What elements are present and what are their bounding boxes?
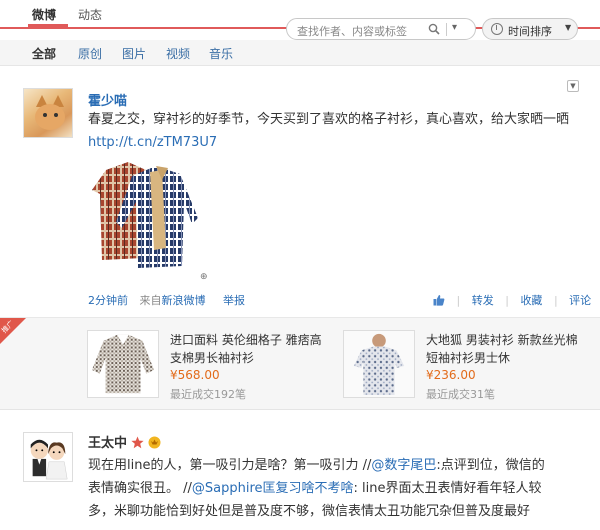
avatar[interactable] bbox=[23, 88, 73, 138]
filter-music[interactable]: 音乐 bbox=[209, 45, 233, 62]
post-meta: 2分钟前 来自新浪微博 举报 bbox=[88, 292, 245, 308]
post-author-row: 王太中 bbox=[88, 432, 161, 451]
clock-icon bbox=[491, 23, 503, 35]
post-text: 多，米聊功能恰到好处但是普及度不够，微信表情太丑功能冗杂但普及度最好 bbox=[88, 504, 531, 519]
filter-original[interactable]: 原创 bbox=[78, 45, 102, 62]
filter-videos[interactable]: 视频 bbox=[166, 45, 190, 62]
post-author[interactable]: 霍少喵 bbox=[88, 90, 127, 109]
zoom-icon[interactable]: ⊕ bbox=[200, 272, 208, 282]
post-text-line: 表情确实很丑。 //@Sapphire匡复习啥不考啥: line界面太丑表情好看… bbox=[88, 477, 542, 500]
post-actions: | 转发 | 收藏 | 评论 bbox=[433, 292, 591, 308]
search-icon[interactable] bbox=[428, 23, 440, 35]
sort-dropdown[interactable]: 时间排序 ▼ bbox=[482, 18, 578, 40]
sort-label: 时间排序 bbox=[508, 25, 552, 38]
post-text: 春夏之交，穿衬衫的好季节，今天买到了喜欢的格子衬衫，真心喜欢，给大家晒一晒 bbox=[88, 112, 570, 127]
tab-weibo[interactable]: 微博 bbox=[32, 6, 56, 23]
mention-link[interactable]: @Sapphire匡复习啥不考啥 bbox=[192, 481, 354, 496]
search-placeholder: 查找作者、内容或标签 bbox=[297, 25, 407, 38]
filter-images[interactable]: 图片 bbox=[122, 45, 146, 62]
post-text-line: 现在用line的人，第一吸引力是啥？第一吸引力 //@数字尾巴:点评到位，微信的 bbox=[88, 454, 545, 477]
comment-button[interactable]: 评论 bbox=[569, 294, 591, 307]
forward-button[interactable]: 转发 bbox=[472, 294, 494, 307]
caret-down-icon: ▼ bbox=[565, 23, 572, 32]
chevron-down-icon[interactable]: ▾ bbox=[452, 22, 457, 33]
post-author[interactable]: 王太中 bbox=[88, 436, 127, 451]
post-menu-chevron-icon[interactable]: ▼ bbox=[567, 80, 579, 92]
post-source[interactable]: 新浪微博 bbox=[162, 294, 206, 307]
promoted-badge-label: 推广 bbox=[0, 319, 16, 335]
feed-post: 王太中 现在用line的人，第一吸引力是啥？第一吸引力 //@数字尾巴:点评到位… bbox=[0, 410, 600, 530]
post-image[interactable] bbox=[88, 158, 208, 273]
tab-activity[interactable]: 动态 bbox=[78, 6, 102, 23]
search-divider bbox=[446, 23, 447, 36]
filter-bar: 全部 原创 图片 视频 音乐 bbox=[0, 40, 600, 66]
mention-link[interactable]: @数字尾巴 bbox=[371, 458, 436, 473]
avatar[interactable] bbox=[23, 432, 73, 482]
product-sales: 最近成交192笔 bbox=[170, 388, 246, 401]
post-text: 表情确实很丑。 // bbox=[88, 481, 192, 496]
like-icon[interactable] bbox=[433, 294, 445, 306]
post-text: : line界面太丑表情好看年轻人较 bbox=[353, 481, 542, 496]
product-image[interactable] bbox=[87, 330, 159, 398]
star-badge-icon bbox=[131, 436, 144, 449]
feed-post: 霍少喵 ▼ 春夏之交，穿衬衫的好季节，今天买到了喜欢的格子衬衫，真心喜欢，给大家… bbox=[0, 66, 600, 318]
top-tab-bar: 微博 动态 查找作者、内容或标签 ▾ 时间排序 ▼ bbox=[0, 0, 600, 40]
crown-vip-icon bbox=[148, 436, 161, 449]
source-prefix: 来自 bbox=[139, 294, 162, 307]
post-time[interactable]: 2分钟前 bbox=[88, 294, 128, 307]
product-price: ¥568.00 bbox=[170, 368, 220, 382]
post-text: :点评到位，微信的 bbox=[436, 458, 545, 473]
promoted-products: 推广 进口面料 英伦细格子 雅痞高支棉男长袖衬衫 ¥568.00 最近成交192… bbox=[0, 318, 600, 410]
filter-all[interactable]: 全部 bbox=[32, 45, 56, 62]
report-link[interactable]: 举报 bbox=[223, 294, 245, 307]
product-image[interactable] bbox=[343, 330, 415, 398]
post-link[interactable]: http://t.cn/zTM73U7 bbox=[88, 131, 217, 154]
product-title[interactable]: 大地狐 男装衬衫 新款丝光棉短袖衬衫男士休 bbox=[426, 331, 586, 367]
product-price: ¥236.00 bbox=[426, 368, 476, 382]
product-sales: 最近成交31笔 bbox=[426, 388, 495, 401]
search-input[interactable]: 查找作者、内容或标签 ▾ bbox=[286, 18, 476, 40]
post-text: 现在用line的人，第一吸引力是啥？第一吸引力 // bbox=[88, 458, 372, 473]
promoted-badge: 推广 bbox=[0, 318, 26, 344]
favorite-button[interactable]: 收藏 bbox=[520, 294, 542, 307]
product-title[interactable]: 进口面料 英伦细格子 雅痞高支棉男长袖衬衫 bbox=[170, 331, 330, 367]
